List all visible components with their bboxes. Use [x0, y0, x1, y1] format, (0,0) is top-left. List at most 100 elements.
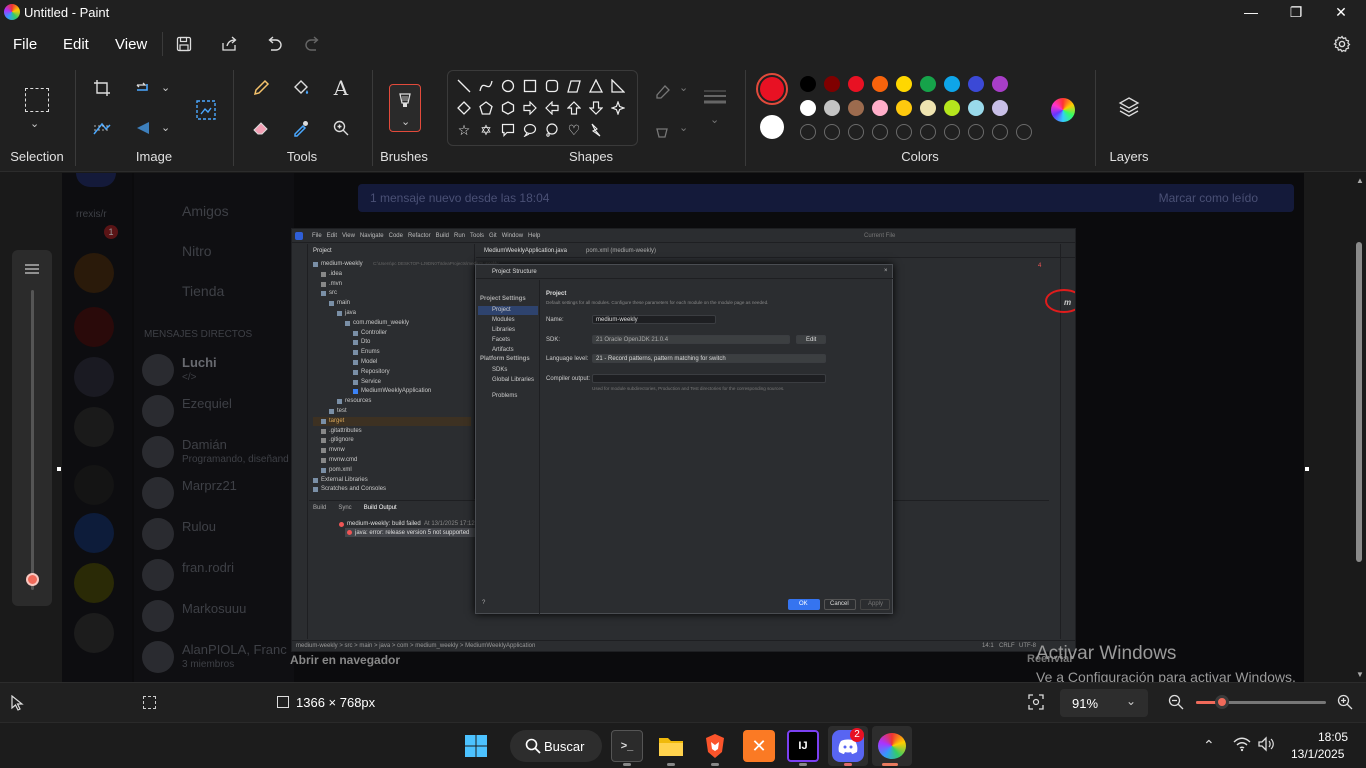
- lightning-shape-icon[interactable]: [586, 120, 606, 140]
- menu-file[interactable]: File: [13, 36, 37, 53]
- fit-to-window-icon[interactable]: [1028, 694, 1044, 715]
- six-point-star-shape-icon[interactable]: ✡: [476, 120, 496, 140]
- diamond-shape-icon[interactable]: [454, 98, 474, 118]
- clock-time[interactable]: 18:05: [1318, 730, 1348, 744]
- custom-color-slot[interactable]: [920, 124, 936, 140]
- canvas-area[interactable]: rrexis/r 1 Amigos Nitro Tienda MENSAJES …: [0, 172, 1366, 682]
- color-swatch[interactable]: [992, 76, 1008, 92]
- color-swatch[interactable]: [848, 100, 864, 116]
- curve-shape-icon[interactable]: [476, 76, 496, 96]
- color-swatch[interactable]: [800, 76, 816, 92]
- redo-icon[interactable]: [303, 34, 323, 54]
- hexagon-shape-icon[interactable]: [498, 98, 518, 118]
- brush-size-track[interactable]: [31, 290, 34, 590]
- share-icon[interactable]: [219, 34, 239, 54]
- color-swatch[interactable]: [824, 100, 840, 116]
- color-swatch[interactable]: [872, 100, 888, 116]
- show-hidden-icons-chevron-up-icon[interactable]: ⌃: [1203, 737, 1215, 754]
- canvas-resize-handle-left[interactable]: [57, 467, 61, 471]
- clock-date[interactable]: 13/1/2025: [1291, 747, 1344, 761]
- resize-icon[interactable]: [89, 115, 115, 141]
- color-swatch[interactable]: [944, 100, 960, 116]
- color-swatch[interactable]: [968, 100, 984, 116]
- selection-chevron-down-icon[interactable]: ⌄: [30, 117, 39, 130]
- pencil-icon[interactable]: [248, 75, 274, 101]
- volume-icon[interactable]: [1257, 736, 1275, 757]
- right-arrow-shape-icon[interactable]: [520, 98, 540, 118]
- color-swatch[interactable]: [872, 76, 888, 92]
- rotate-icon[interactable]: [131, 75, 157, 101]
- scroll-down-icon[interactable]: ▼: [1356, 670, 1364, 679]
- zoom-slider[interactable]: [1196, 695, 1326, 709]
- fill-bucket-icon[interactable]: [288, 75, 314, 101]
- color-swatch[interactable]: [968, 76, 984, 92]
- settings-gear-icon[interactable]: [1332, 34, 1352, 54]
- brave-browser-icon[interactable]: [699, 730, 731, 762]
- rounded-rectangle-shape-icon[interactable]: [542, 76, 562, 96]
- left-arrow-shape-icon[interactable]: [542, 98, 562, 118]
- custom-color-slot[interactable]: [944, 124, 960, 140]
- color-swatch[interactable]: [920, 100, 936, 116]
- fill-chevron-down-icon[interactable]: ⌄: [679, 121, 688, 134]
- crop-icon[interactable]: [89, 75, 115, 101]
- flip-icon[interactable]: [131, 115, 157, 141]
- color-swatch[interactable]: [920, 76, 936, 92]
- rotate-chevron-down-icon[interactable]: ⌄: [161, 81, 170, 94]
- oval-callout-shape-icon[interactable]: [520, 120, 540, 140]
- maximize-button[interactable]: ❐: [1273, 0, 1319, 24]
- four-point-star-shape-icon[interactable]: [608, 98, 628, 118]
- xampp-icon[interactable]: ✕: [743, 730, 775, 762]
- custom-color-slot[interactable]: [824, 124, 840, 140]
- custom-color-slot[interactable]: [968, 124, 984, 140]
- terminal-app-icon[interactable]: >_: [611, 730, 643, 762]
- secondary-color-swatch[interactable]: [760, 115, 784, 139]
- zoom-select[interactable]: 91% ⌄: [1060, 689, 1148, 717]
- scroll-up-icon[interactable]: ▲: [1356, 176, 1364, 185]
- taskbar-search[interactable]: Buscar: [510, 730, 602, 762]
- down-arrow-shape-icon[interactable]: [586, 98, 606, 118]
- line-shape-icon[interactable]: [454, 76, 474, 96]
- undo-icon[interactable]: [264, 34, 284, 54]
- selection-rectangle-icon[interactable]: [25, 88, 49, 112]
- five-point-star-shape-icon[interactable]: ☆: [454, 120, 474, 140]
- wifi-icon[interactable]: [1233, 736, 1251, 757]
- right-triangle-shape-icon[interactable]: [608, 76, 628, 96]
- custom-color-slot[interactable]: [1016, 124, 1032, 140]
- edit-colors-wheel-icon[interactable]: [1051, 98, 1075, 122]
- save-icon[interactable]: [174, 34, 194, 54]
- minimize-button[interactable]: —: [1228, 0, 1274, 24]
- intellij-idea-icon[interactable]: IJ: [787, 730, 819, 762]
- size-lines-icon[interactable]: [703, 88, 727, 106]
- outline-chevron-down-icon[interactable]: ⌄: [679, 81, 688, 94]
- color-picker-icon[interactable]: [288, 115, 314, 141]
- magnifier-icon[interactable]: [328, 115, 354, 141]
- vertical-scrollbar[interactable]: ▲ ▼: [1355, 176, 1364, 680]
- color-swatch[interactable]: [944, 76, 960, 92]
- scrollbar-thumb[interactable]: [1356, 242, 1362, 562]
- custom-color-slot[interactable]: [896, 124, 912, 140]
- polygon-shape-icon[interactable]: [564, 76, 584, 96]
- primary-color-button[interactable]: [756, 73, 788, 105]
- color-swatch[interactable]: [896, 76, 912, 92]
- custom-color-slot[interactable]: [800, 124, 816, 140]
- size-chevron-down-icon[interactable]: ⌄: [710, 113, 719, 126]
- menu-view[interactable]: View: [115, 36, 147, 53]
- custom-color-slot[interactable]: [848, 124, 864, 140]
- color-swatch[interactable]: [992, 100, 1008, 116]
- custom-color-slot[interactable]: [992, 124, 1008, 140]
- brush-size-thumb[interactable]: [26, 573, 39, 586]
- cloud-callout-shape-icon[interactable]: [542, 120, 562, 140]
- up-arrow-shape-icon[interactable]: [564, 98, 584, 118]
- brushes-button[interactable]: ⌄: [389, 84, 421, 132]
- outline-icon[interactable]: [651, 78, 677, 104]
- zoom-in-icon[interactable]: [1337, 694, 1353, 715]
- eraser-icon[interactable]: [248, 115, 274, 141]
- canvas-resize-handle-right[interactable]: [1305, 467, 1309, 471]
- layers-icon[interactable]: [1116, 94, 1142, 120]
- triangle-shape-icon[interactable]: [586, 76, 606, 96]
- color-swatch[interactable]: [824, 76, 840, 92]
- rectangle-shape-icon[interactable]: [520, 76, 540, 96]
- text-tool-icon[interactable]: A: [328, 75, 354, 101]
- zoom-out-icon[interactable]: [1168, 694, 1184, 715]
- custom-color-slot[interactable]: [872, 124, 888, 140]
